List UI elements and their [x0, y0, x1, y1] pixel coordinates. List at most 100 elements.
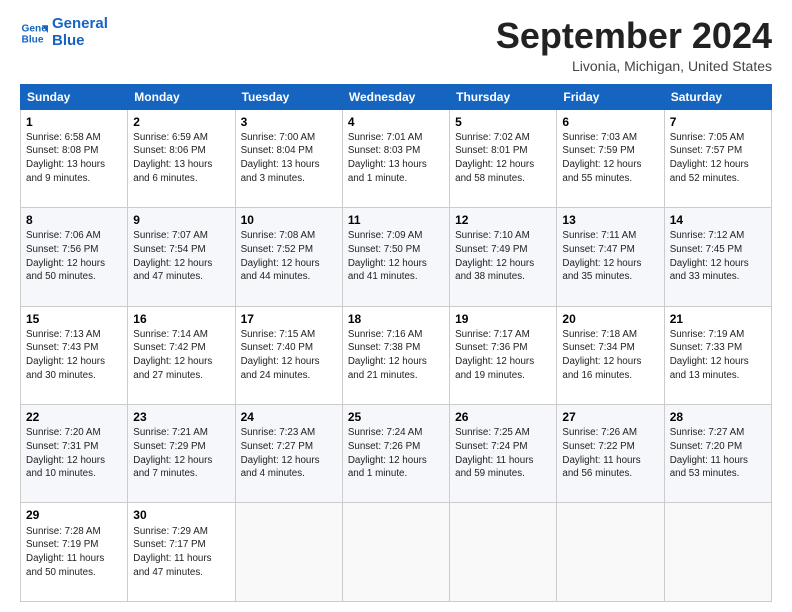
day-info: Sunrise: 7:28 AMSunset: 7:19 PMDaylight:…	[26, 525, 122, 580]
day-number: 21	[670, 311, 766, 327]
calendar-cell: 17Sunrise: 7:15 AMSunset: 7:40 PMDayligh…	[235, 306, 342, 404]
calendar-cell: 29 Sunrise: 7:28 AMSunset: 7:19 PMDayligh…	[21, 503, 128, 602]
day-info: Sunrise: 7:08 AMSunset: 7:52 PMDaylight:…	[241, 229, 337, 284]
day-info: Sunrise: 7:15 AMSunset: 7:40 PMDaylight:…	[241, 328, 337, 383]
week-row-2: 15Sunrise: 7:13 AMSunset: 7:43 PMDayligh…	[21, 306, 772, 404]
header-tuesday: Tuesday	[235, 84, 342, 109]
day-info: Sunrise: 7:29 AMSunset: 7:17 PMDaylight:…	[133, 525, 229, 580]
day-number: 4	[348, 114, 444, 130]
day-info: Sunrise: 7:03 AMSunset: 7:59 PMDaylight:…	[562, 131, 658, 186]
calendar-cell	[342, 503, 449, 602]
logo-text: General Blue	[52, 16, 108, 49]
header: General Blue General Blue September 2024…	[20, 16, 772, 74]
week-row-4: 29 Sunrise: 7:28 AMSunset: 7:19 PMDayligh…	[21, 503, 772, 602]
day-number: 13	[562, 212, 658, 228]
day-info: Sunrise: 7:09 AMSunset: 7:50 PMDaylight:…	[348, 229, 444, 284]
calendar-cell: 13Sunrise: 7:11 AMSunset: 7:47 PMDayligh…	[557, 208, 664, 306]
day-number: 5	[455, 114, 551, 130]
day-number: 28	[670, 409, 766, 425]
logo-line2: Blue	[52, 32, 85, 49]
day-info: Sunrise: 7:18 AMSunset: 7:34 PMDaylight:…	[562, 328, 658, 383]
day-info: Sunrise: 7:07 AMSunset: 7:54 PMDaylight:…	[133, 229, 229, 284]
calendar-page: General Blue General Blue September 2024…	[0, 0, 792, 612]
calendar-cell: 20Sunrise: 7:18 AMSunset: 7:34 PMDayligh…	[557, 306, 664, 404]
calendar-cell: 15Sunrise: 7:13 AMSunset: 7:43 PMDayligh…	[21, 306, 128, 404]
calendar-cell: 25Sunrise: 7:24 AMSunset: 7:26 PMDayligh…	[342, 405, 449, 503]
location: Livonia, Michigan, United States	[496, 58, 772, 74]
day-info: Sunrise: 7:23 AMSunset: 7:27 PMDaylight:…	[241, 426, 337, 481]
calendar-cell: 4Sunrise: 7:01 AMSunset: 8:03 PMDaylight…	[342, 109, 449, 207]
day-info: Sunrise: 6:58 AMSunset: 8:08 PMDaylight:…	[26, 131, 122, 186]
calendar-cell: 22Sunrise: 7:20 AMSunset: 7:31 PMDayligh…	[21, 405, 128, 503]
logo-icon: General Blue	[20, 19, 48, 47]
day-number: 20	[562, 311, 658, 327]
calendar-cell	[450, 503, 557, 602]
day-number: 24	[241, 409, 337, 425]
day-info: Sunrise: 7:20 AMSunset: 7:31 PMDaylight:…	[26, 426, 122, 481]
calendar-cell: 24Sunrise: 7:23 AMSunset: 7:27 PMDayligh…	[235, 405, 342, 503]
day-number: 30	[133, 507, 229, 523]
calendar-cell: 30 Sunrise: 7:29 AMSunset: 7:17 PMDayligh…	[128, 503, 235, 602]
calendar-cell: 9Sunrise: 7:07 AMSunset: 7:54 PMDaylight…	[128, 208, 235, 306]
calendar-cell: 5Sunrise: 7:02 AMSunset: 8:01 PMDaylight…	[450, 109, 557, 207]
day-info: Sunrise: 7:02 AMSunset: 8:01 PMDaylight:…	[455, 131, 551, 186]
day-number: 12	[455, 212, 551, 228]
calendar-cell: 12Sunrise: 7:10 AMSunset: 7:49 PMDayligh…	[450, 208, 557, 306]
day-number: 14	[670, 212, 766, 228]
day-number: 29	[26, 507, 122, 523]
day-number: 16	[133, 311, 229, 327]
day-info: Sunrise: 7:17 AMSunset: 7:36 PMDaylight:…	[455, 328, 551, 383]
day-number: 27	[562, 409, 658, 425]
day-number: 18	[348, 311, 444, 327]
calendar-cell: 11Sunrise: 7:09 AMSunset: 7:50 PMDayligh…	[342, 208, 449, 306]
day-info: Sunrise: 7:01 AMSunset: 8:03 PMDaylight:…	[348, 131, 444, 186]
day-info: Sunrise: 7:19 AMSunset: 7:33 PMDaylight:…	[670, 328, 766, 383]
calendar-cell	[557, 503, 664, 602]
logo: General Blue General Blue	[20, 16, 108, 49]
calendar-cell: 27Sunrise: 7:26 AMSunset: 7:22 PMDayligh…	[557, 405, 664, 503]
day-number: 25	[348, 409, 444, 425]
calendar-cell: 14Sunrise: 7:12 AMSunset: 7:45 PMDayligh…	[664, 208, 771, 306]
header-thursday: Thursday	[450, 84, 557, 109]
calendar-cell: 1Sunrise: 6:58 AMSunset: 8:08 PMDaylight…	[21, 109, 128, 207]
day-number: 26	[455, 409, 551, 425]
day-number: 8	[26, 212, 122, 228]
day-info: Sunrise: 7:06 AMSunset: 7:56 PMDaylight:…	[26, 229, 122, 284]
svg-text:Blue: Blue	[22, 34, 44, 45]
calendar-cell	[235, 503, 342, 602]
day-info: Sunrise: 7:12 AMSunset: 7:45 PMDaylight:…	[670, 229, 766, 284]
header-wednesday: Wednesday	[342, 84, 449, 109]
calendar-cell: 6Sunrise: 7:03 AMSunset: 7:59 PMDaylight…	[557, 109, 664, 207]
day-number: 9	[133, 212, 229, 228]
day-info: Sunrise: 7:10 AMSunset: 7:49 PMDaylight:…	[455, 229, 551, 284]
day-info: Sunrise: 7:21 AMSunset: 7:29 PMDaylight:…	[133, 426, 229, 481]
day-info: Sunrise: 7:00 AMSunset: 8:04 PMDaylight:…	[241, 131, 337, 186]
day-number: 1	[26, 114, 122, 130]
day-info: Sunrise: 6:59 AMSunset: 8:06 PMDaylight:…	[133, 131, 229, 186]
day-number: 11	[348, 212, 444, 228]
day-number: 6	[562, 114, 658, 130]
day-number: 19	[455, 311, 551, 327]
day-number: 22	[26, 409, 122, 425]
svg-text:General: General	[22, 23, 48, 34]
day-info: Sunrise: 7:13 AMSunset: 7:43 PMDaylight:…	[26, 328, 122, 383]
calendar-cell: 23Sunrise: 7:21 AMSunset: 7:29 PMDayligh…	[128, 405, 235, 503]
calendar-table: SundayMondayTuesdayWednesdayThursdayFrid…	[20, 84, 772, 602]
day-info: Sunrise: 7:25 AMSunset: 7:24 PMDaylight:…	[455, 426, 551, 481]
calendar-cell: 2Sunrise: 6:59 AMSunset: 8:06 PMDaylight…	[128, 109, 235, 207]
day-info: Sunrise: 7:11 AMSunset: 7:47 PMDaylight:…	[562, 229, 658, 284]
header-saturday: Saturday	[664, 84, 771, 109]
title-block: September 2024 Livonia, Michigan, United…	[496, 16, 772, 74]
header-row: SundayMondayTuesdayWednesdayThursdayFrid…	[21, 84, 772, 109]
day-info: Sunrise: 7:16 AMSunset: 7:38 PMDaylight:…	[348, 328, 444, 383]
calendar-cell: 26Sunrise: 7:25 AMSunset: 7:24 PMDayligh…	[450, 405, 557, 503]
header-monday: Monday	[128, 84, 235, 109]
week-row-1: 8Sunrise: 7:06 AMSunset: 7:56 PMDaylight…	[21, 208, 772, 306]
day-number: 10	[241, 212, 337, 228]
day-info: Sunrise: 7:14 AMSunset: 7:42 PMDaylight:…	[133, 328, 229, 383]
day-number: 17	[241, 311, 337, 327]
header-friday: Friday	[557, 84, 664, 109]
calendar-cell	[664, 503, 771, 602]
day-number: 7	[670, 114, 766, 130]
calendar-cell: 21Sunrise: 7:19 AMSunset: 7:33 PMDayligh…	[664, 306, 771, 404]
